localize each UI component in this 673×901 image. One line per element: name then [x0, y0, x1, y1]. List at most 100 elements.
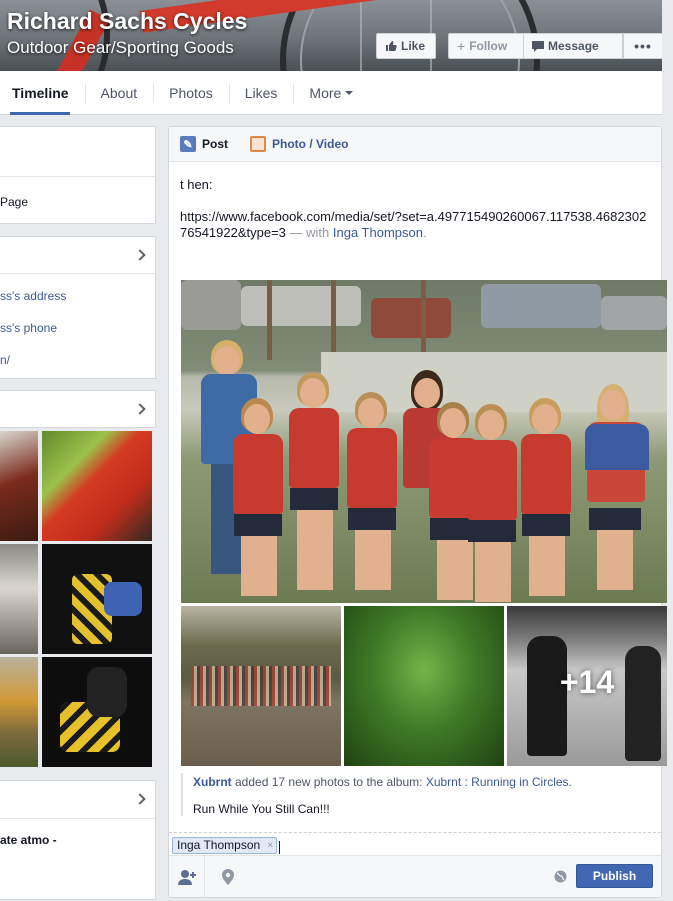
album-thumb[interactable] [344, 606, 504, 766]
photo-bg-car [481, 284, 601, 328]
photo-thumb[interactable] [0, 544, 38, 654]
page-tabs: Timeline About Photos Likes More [0, 71, 662, 115]
left-box-page-label: Page [0, 195, 29, 209]
website-link[interactable]: n/ [0, 353, 10, 367]
tab-more-label: More [309, 84, 342, 101]
audience-selector[interactable] [549, 856, 571, 897]
about-links: ss's address ss's phone n/ [0, 273, 155, 379]
tab-post[interactable]: ✎ Post [180, 136, 228, 152]
left-box-lower: ate atmo - [0, 780, 156, 900]
tab-photos[interactable]: Photos [153, 71, 229, 114]
share-end: . [568, 775, 572, 789]
about-header[interactable] [0, 237, 155, 273]
tab-photo-video[interactable]: Photo / Video [250, 136, 348, 152]
tag-token-label: Inga Thompson [177, 838, 261, 852]
add-location-button[interactable] [215, 856, 241, 897]
composer-tabs: ✎ Post Photo / Video [169, 127, 661, 162]
photo-person [517, 398, 577, 603]
actor-link[interactable]: Xubrnt [193, 775, 232, 789]
post-composer: ✎ Post Photo / Video t hen: https://www.… [168, 126, 667, 898]
photo-person [463, 404, 523, 603]
plus-icon: + [457, 38, 466, 54]
share-action-text: added 17 new photos to the album: [231, 775, 426, 789]
album-link[interactable]: Xubrnt : Running in Circles [426, 775, 569, 789]
tag-input-row[interactable]: Inga Thompson × [169, 832, 661, 856]
lower-box-header[interactable] [0, 781, 155, 818]
follow-button[interactable]: + Follow [448, 33, 523, 59]
chevron-right-icon [134, 249, 146, 261]
photo-thumb[interactable] [0, 657, 38, 767]
photo-bg-pole [421, 280, 426, 360]
photo-icon [250, 136, 267, 152]
lower-box-text: ate atmo - [0, 833, 57, 847]
photo-bg-pole [331, 280, 336, 360]
shoe-shape [87, 667, 127, 717]
photo-thumb[interactable] [42, 544, 152, 654]
tab-photo-video-label: Photo / Video [272, 137, 349, 151]
photo-person [343, 392, 403, 602]
remove-tag-icon[interactable]: × [267, 838, 273, 853]
composer-footer: Publish [169, 855, 661, 897]
message-label: Message [548, 39, 599, 53]
tab-likes-label: Likes [244, 84, 278, 101]
with-prefix: — with [285, 225, 333, 240]
post-text-url-block: https://www.facebook.com/media/set/?set=… [180, 209, 650, 241]
album-main-photo[interactable] [181, 280, 667, 603]
shared-album-summary: Xubrnt added 17 new photos to the album:… [181, 773, 651, 816]
tab-about[interactable]: About [84, 71, 154, 114]
pencil-icon: ✎ [180, 136, 196, 152]
page-category: Outdoor Gear/Sporting Goods [7, 38, 234, 57]
photo-bg-car [371, 298, 451, 338]
photo-thumb[interactable] [0, 431, 38, 541]
chevron-right-icon [134, 403, 146, 415]
like-label: Like [401, 39, 426, 53]
left-box-page: Page [0, 126, 156, 224]
message-icon [532, 40, 544, 52]
location-pin-icon [222, 868, 234, 885]
photo-person [229, 398, 289, 603]
photo-thumb[interactable] [42, 657, 152, 767]
photo-thumb[interactable] [42, 431, 152, 541]
cover-actions: Like + Follow Message ••• [376, 33, 662, 59]
business-address-link[interactable]: ss's address [0, 289, 66, 303]
tab-more[interactable]: More [293, 71, 369, 114]
tagged-person-link[interactable]: Inga Thompson [333, 225, 423, 240]
tag-people-button[interactable] [169, 856, 205, 897]
cover-spoke [360, 0, 362, 71]
more-options-button[interactable]: ••• [623, 33, 662, 59]
album-caption: Run While You Still Can!!! [193, 802, 330, 816]
cover-photo[interactable]: Richard Sachs Cycles Outdoor Gear/Sporti… [0, 0, 662, 71]
post-text-area[interactable]: t hen: https://www.facebook.com/media/se… [180, 177, 650, 241]
shoe-shape [104, 582, 142, 616]
page-title[interactable]: Richard Sachs Cycles [7, 8, 247, 35]
post-text-spacer [180, 193, 650, 209]
globe-icon [554, 870, 566, 883]
text-cursor [279, 841, 280, 854]
photos-box-header[interactable] [0, 390, 156, 428]
like-button[interactable]: Like [376, 33, 436, 59]
left-box-page-row[interactable]: Page [0, 176, 155, 224]
post-text-line: t hen: [180, 177, 213, 192]
publish-button[interactable]: Publish [576, 864, 653, 888]
photo-person [581, 384, 651, 603]
message-button[interactable]: Message [523, 33, 623, 59]
about-box: ss's address ss's phone n/ [0, 236, 156, 379]
chevron-right-icon [134, 793, 146, 805]
tag-token[interactable]: Inga Thompson × [172, 837, 278, 854]
photo-person [285, 372, 345, 602]
shared-album-line: Xubrnt added 17 new photos to the album:… [193, 773, 651, 791]
with-suffix: . [422, 225, 427, 240]
caret-down-icon [345, 90, 354, 95]
album-thumb[interactable]: +14 [507, 606, 667, 766]
tab-about-label: About [100, 84, 138, 101]
tab-timeline[interactable]: Timeline [0, 71, 85, 115]
tab-timeline-label: Timeline [12, 84, 69, 101]
follow-label: Follow [469, 39, 508, 53]
photo-bg-car [181, 280, 241, 330]
photo-bg-car [601, 296, 667, 330]
tab-likes[interactable]: Likes [228, 71, 294, 114]
photo-bg-car [241, 286, 361, 326]
business-phone-link[interactable]: ss's phone [0, 321, 57, 335]
album-thumbnail-row: +14 [181, 606, 667, 766]
album-thumb[interactable] [181, 606, 341, 766]
